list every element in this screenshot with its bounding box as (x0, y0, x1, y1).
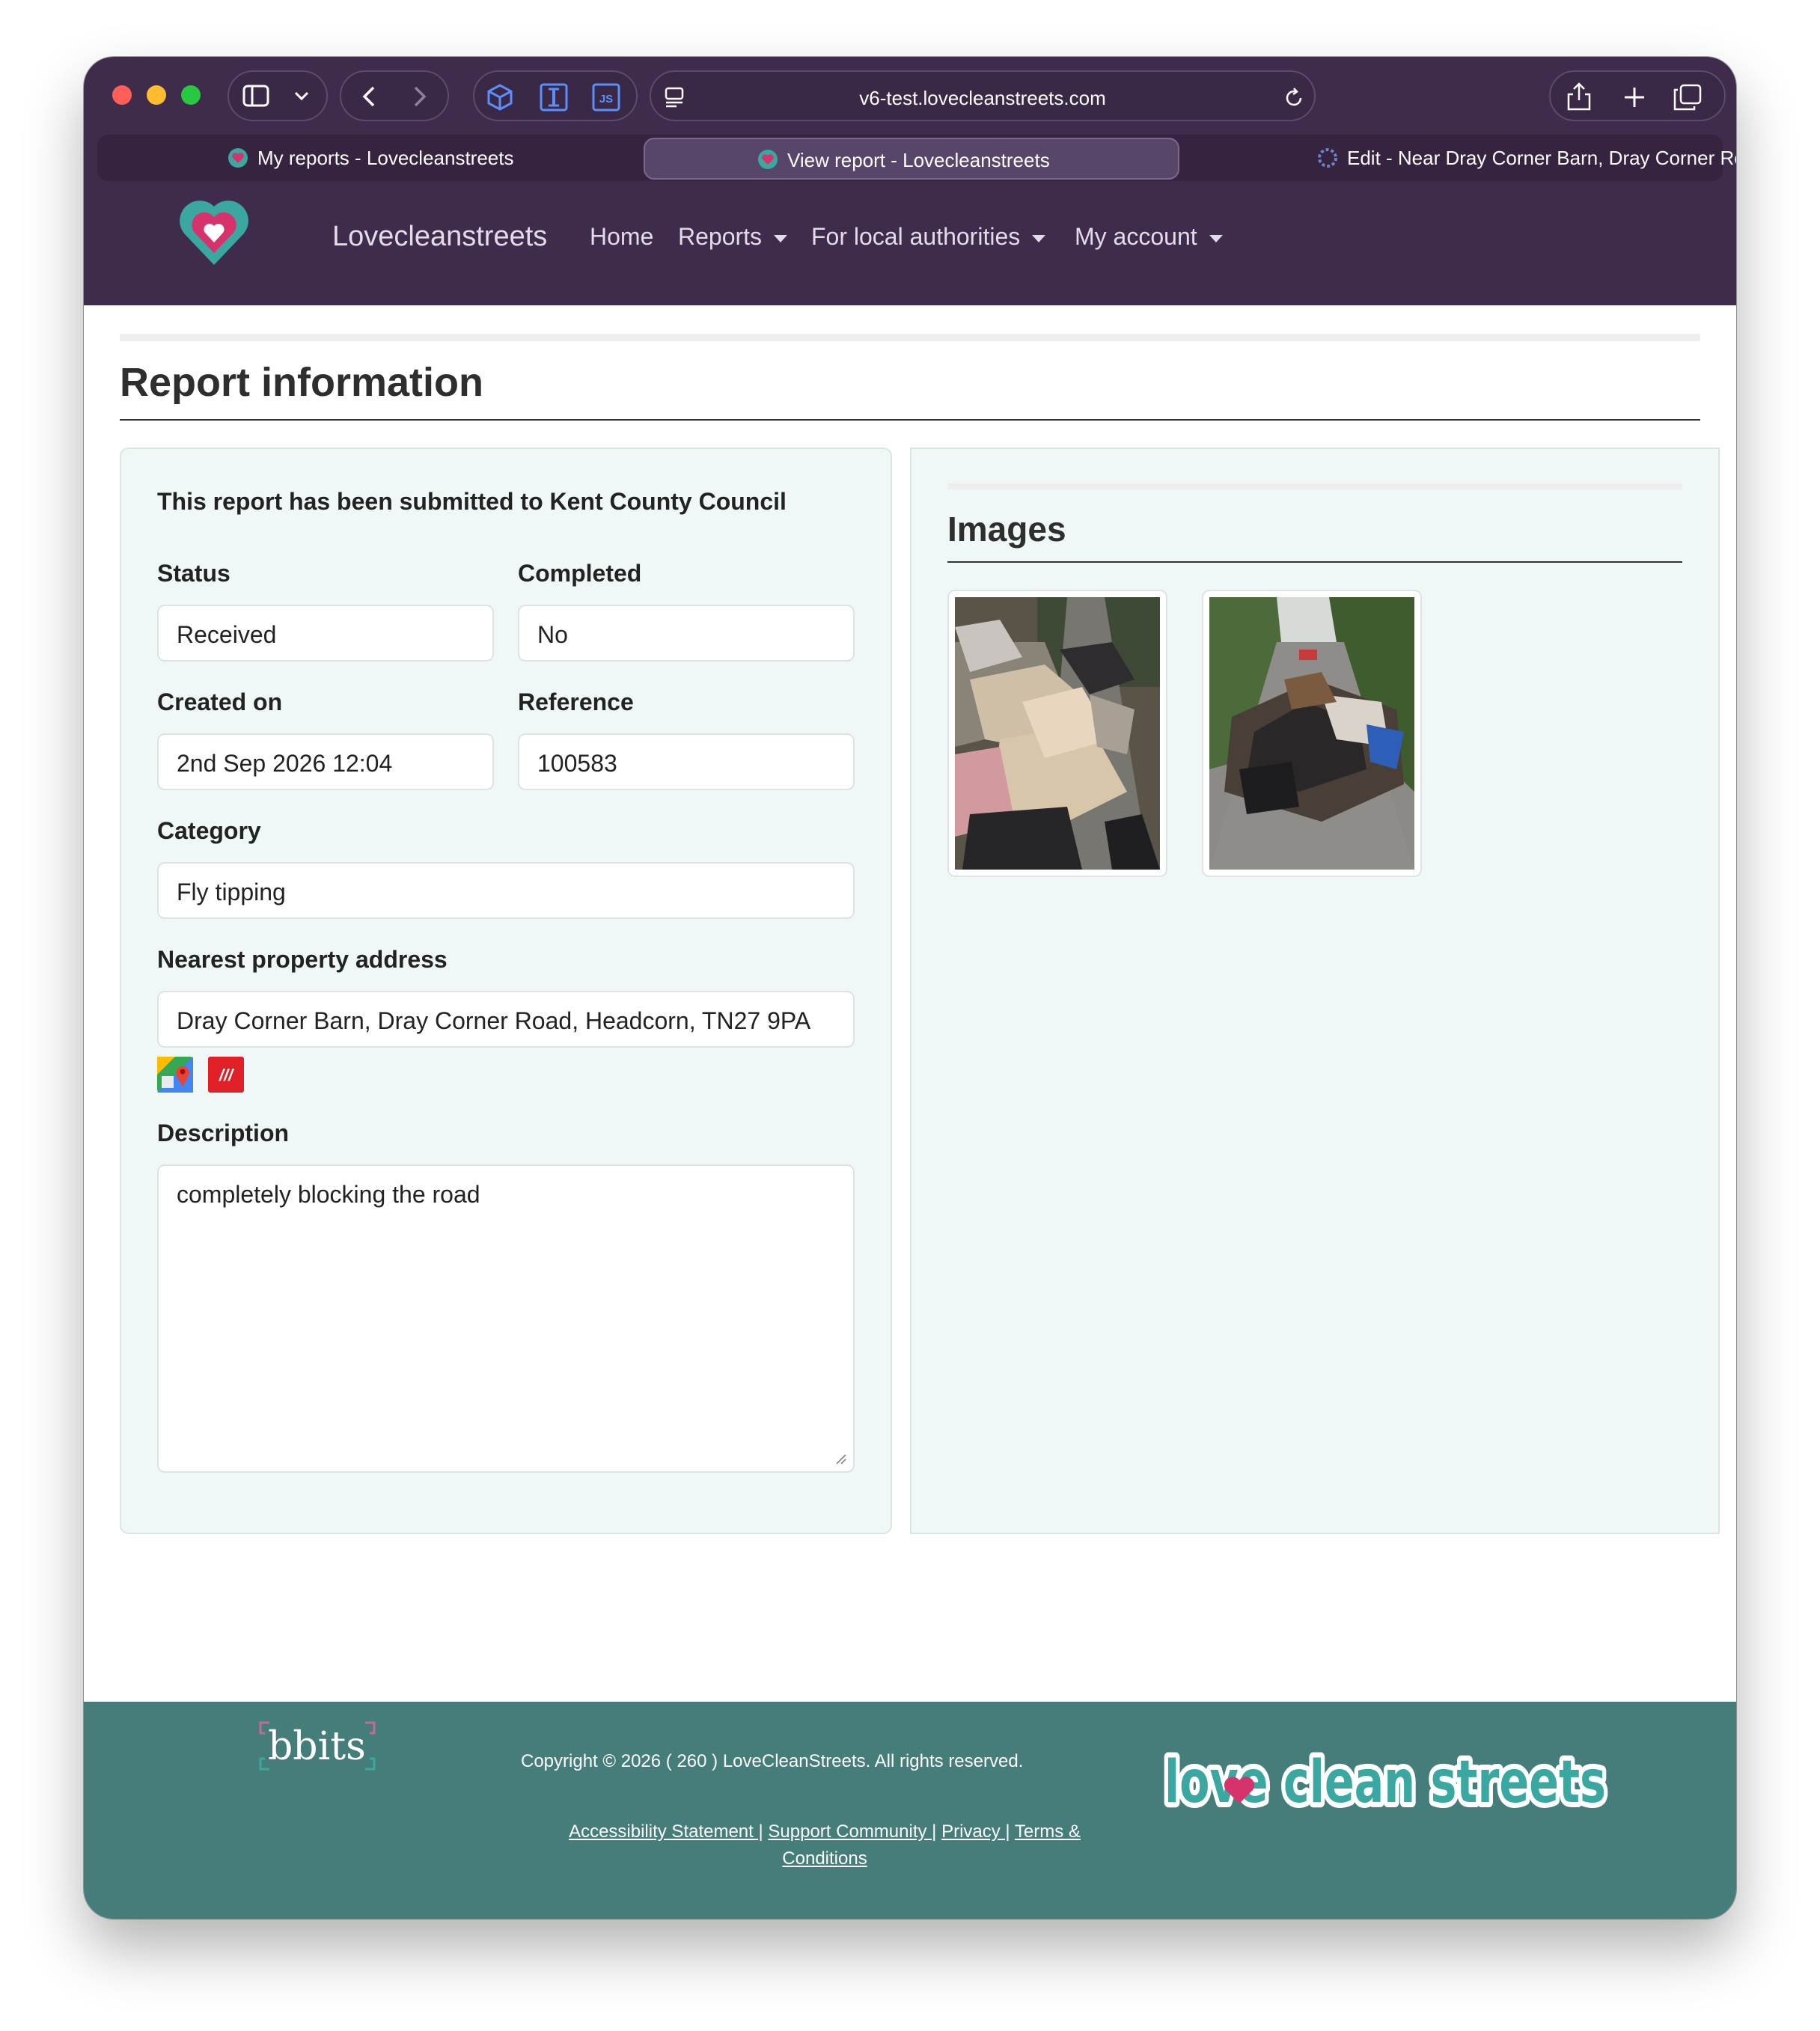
images-card: Images (910, 448, 1720, 1534)
site-navbar: Lovecleanstreets Home Reports For local … (84, 181, 1736, 305)
browser-window: JS v6-test.lovecleanstreets.com My repor… (84, 57, 1736, 1919)
caret-down-icon (1209, 234, 1223, 242)
caret-down-icon (1032, 234, 1046, 242)
tab-view-report[interactable]: View report - Lovecleanstreets (644, 138, 1179, 180)
created-on-label: Created on (157, 688, 283, 715)
tab-my-reports[interactable]: My reports - Lovecleanstreets (97, 135, 638, 181)
copyright-text: Copyright © 2026 ( 260 ) LoveCleanStreet… (521, 1751, 1024, 1771)
report-photo-2-image (1209, 597, 1414, 870)
back-icon[interactable] (361, 85, 377, 108)
window-actions-group (1549, 70, 1726, 121)
text-cursor-extension-icon[interactable] (539, 82, 569, 112)
description-label: Description (157, 1120, 290, 1146)
reload-icon[interactable] (1283, 87, 1305, 109)
status-label: Status (157, 560, 230, 587)
description-textarea[interactable]: completely blocking the road (157, 1164, 855, 1473)
nav-my-account[interactable]: My account (1075, 223, 1223, 251)
report-photo-1[interactable] (947, 590, 1167, 877)
page-content: Report information This report has been … (84, 305, 1736, 1702)
svg-text:JS: JS (599, 93, 613, 106)
nav-reports[interactable]: Reports (678, 223, 788, 251)
page-title: Report information (120, 360, 483, 405)
accessibility-link[interactable]: Accessibility Statement | (569, 1821, 763, 1842)
chevron-down-icon (294, 91, 309, 101)
new-tab-icon[interactable] (1622, 85, 1646, 109)
lcs-heart-logo-icon[interactable] (178, 198, 250, 269)
close-window-button[interactable] (112, 85, 132, 105)
divider (120, 334, 1700, 341)
privacy-link[interactable]: Privacy | (941, 1821, 1010, 1842)
report-details-card: This report has been submitted to Kent C… (120, 448, 892, 1534)
status-field[interactable]: Received (157, 605, 494, 662)
browser-chrome: JS v6-test.lovecleanstreets.com My repor… (84, 57, 1736, 305)
category-label: Category (157, 817, 261, 844)
sidebar-toggle-group[interactable] (228, 70, 328, 121)
what3words-icon[interactable]: /// (208, 1057, 244, 1093)
brand-link[interactable]: Lovecleanstreets (332, 221, 547, 253)
svg-text:///: /// (219, 1066, 235, 1084)
bbits-logo[interactable]: bbits (257, 1720, 377, 1772)
lcs-favicon-icon (228, 148, 248, 168)
category-field[interactable]: Fly tipping (157, 862, 855, 919)
minimize-window-button[interactable] (147, 85, 166, 105)
zoom-window-button[interactable] (181, 85, 201, 105)
reference-label: Reference (518, 688, 634, 715)
footer-links: Accessibility Statement | Support Commun… (533, 1818, 1117, 1872)
created-on-field[interactable]: 2nd Sep 2026 12:04 (157, 733, 494, 790)
history-nav-group (340, 70, 449, 121)
images-heading: Images (947, 510, 1066, 549)
love-clean-streets-logo[interactable]: love clean streets love clean streets (1161, 1745, 1610, 1817)
tab-bar: My reports - Lovecleanstreets View repor… (97, 135, 1736, 181)
tab-label: View report - Lovecleanstreets (787, 149, 1050, 171)
divider (120, 419, 1700, 421)
caret-down-icon (774, 234, 788, 242)
site-footer: bbits Copyright © 2026 ( 260 ) LoveClean… (84, 1702, 1736, 1919)
sidebar-icon (242, 85, 269, 107)
report-photo-2[interactable] (1202, 590, 1422, 877)
lcs-favicon-icon (758, 150, 778, 169)
nav-local-authorities[interactable]: For local authorities (811, 223, 1046, 251)
support-community-link[interactable]: Support Community | (768, 1821, 936, 1842)
bbits-logo-text: bbits (268, 1724, 366, 1769)
address-field[interactable]: Dray Corner Barn, Dray Corner Road, Head… (157, 991, 855, 1048)
tab-label: Edit - Near Dray Corner Barn, Dray Corne… (1347, 147, 1736, 169)
cube-extension-icon[interactable] (485, 82, 515, 112)
address-label: Nearest property address (157, 946, 448, 973)
google-maps-icon[interactable] (157, 1057, 193, 1093)
loading-spinner-icon (1318, 148, 1337, 168)
submitted-to-text: This report has been submitted to Kent C… (157, 488, 787, 515)
nav-home[interactable]: Home (590, 223, 653, 251)
tab-overview-icon[interactable] (1673, 84, 1702, 111)
divider (947, 483, 1682, 489)
forward-icon[interactable] (412, 85, 428, 108)
completed-field[interactable]: No (518, 605, 855, 662)
url-text: v6-test.lovecleanstreets.com (859, 87, 1106, 109)
completed-label: Completed (518, 560, 642, 587)
tab-label: My reports - Lovecleanstreets (257, 147, 514, 169)
address-bar[interactable]: v6-test.lovecleanstreets.com (650, 70, 1316, 121)
divider (947, 561, 1682, 563)
description-text: completely blocking the road (177, 1181, 480, 1208)
share-icon[interactable] (1566, 81, 1592, 112)
tab-edit-report[interactable]: Edit - Near Dray Corner Barn, Dray Corne… (1185, 135, 1736, 181)
extensions-group: JS (473, 70, 638, 121)
report-photo-1-image (955, 597, 1160, 870)
js-extension-icon[interactable]: JS (591, 82, 621, 112)
reference-field[interactable]: 100583 (518, 733, 855, 790)
resize-handle-icon[interactable] (834, 1452, 847, 1465)
